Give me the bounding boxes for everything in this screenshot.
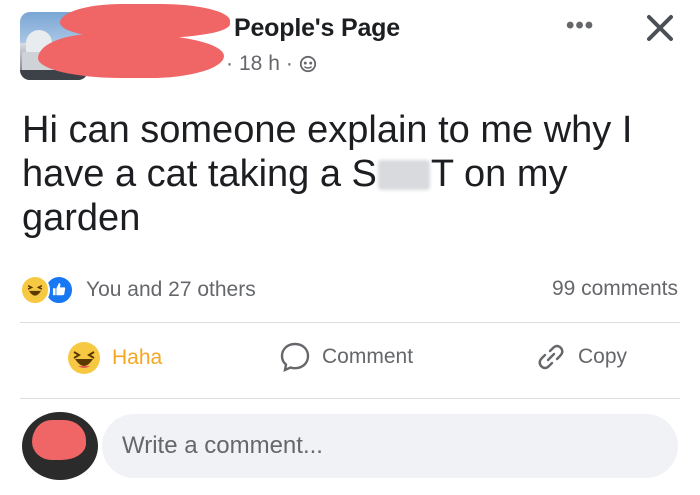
post-text: Hi can someone explain to me why I have … bbox=[22, 108, 682, 240]
haha-reaction-icon bbox=[68, 342, 100, 374]
divider bbox=[20, 322, 680, 323]
post-time[interactable]: 18 h bbox=[239, 52, 280, 76]
censor-blur bbox=[377, 160, 430, 190]
comment-placeholder: Write a comment... bbox=[122, 432, 323, 459]
close-icon[interactable] bbox=[640, 8, 680, 48]
separator: · bbox=[226, 52, 233, 75]
copy-button[interactable]: Copy bbox=[534, 340, 627, 374]
haha-button[interactable]: Haha bbox=[66, 340, 162, 376]
copy-link-icon bbox=[538, 344, 564, 370]
comments-count[interactable]: 99 comments bbox=[552, 277, 678, 301]
haha-reaction-icon bbox=[20, 275, 50, 305]
post-meta: · 18 h · bbox=[226, 52, 317, 76]
page-name[interactable]: People's Page bbox=[234, 14, 400, 43]
copy-label: Copy bbox=[578, 345, 628, 368]
reactions-text: You and 27 others bbox=[86, 278, 256, 301]
redaction-mark bbox=[60, 4, 230, 38]
divider bbox=[20, 398, 680, 399]
comment-label: Comment bbox=[322, 345, 414, 368]
redaction-mark bbox=[32, 420, 86, 460]
comment-icon bbox=[280, 342, 310, 373]
post-line: have a cat taking a ST on my bbox=[22, 153, 568, 195]
globe-icon bbox=[299, 55, 316, 73]
haha-label: Haha bbox=[112, 346, 163, 369]
post-line: garden bbox=[22, 197, 141, 239]
reactions-summary[interactable]: You and 27 others bbox=[20, 275, 256, 305]
more-options-button[interactable]: ••• bbox=[566, 12, 594, 40]
post-line: Hi can someone explain to me why I bbox=[22, 109, 633, 151]
comment-button[interactable]: Comment bbox=[278, 340, 413, 374]
redaction-mark bbox=[38, 34, 224, 78]
user-avatar[interactable] bbox=[22, 412, 98, 480]
comment-input[interactable]: Write a comment... bbox=[102, 414, 678, 478]
separator: · bbox=[285, 52, 293, 75]
